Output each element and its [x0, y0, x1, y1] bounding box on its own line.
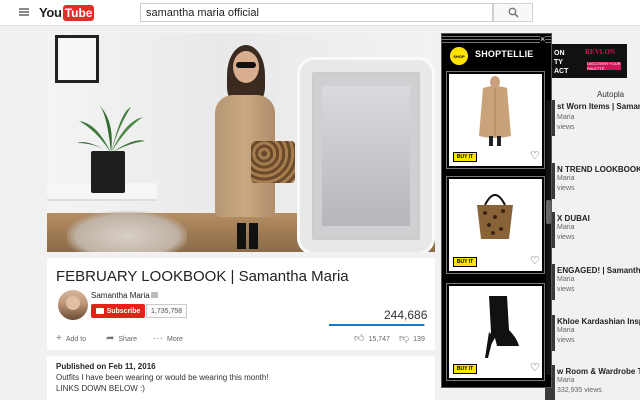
ad-text: ON TY ACT [554, 50, 569, 75]
shop-scrollbar[interactable] [546, 100, 551, 375]
shop-title: SHOPTELLIE [475, 49, 534, 59]
channel-name-link[interactable]: Samantha Maria [91, 291, 150, 300]
product-image-boot [449, 286, 542, 361]
product-image-bag [449, 179, 542, 254]
related-title[interactable]: N TREND LOOKBOOK | S [557, 165, 640, 174]
menu-icon[interactable] [19, 8, 29, 16]
related-channel: Maria [557, 224, 575, 231]
verified-icon [151, 292, 158, 298]
add-to-label: Add to [65, 335, 87, 343]
shop-scrollbar-thumb[interactable] [546, 200, 551, 224]
more-icon: ··· [153, 333, 163, 344]
logo-you-text: You [39, 5, 62, 20]
related-channel: Maria [557, 276, 575, 283]
related-title[interactable]: w Room & Wardrobe Tou [557, 367, 640, 376]
youtube-logo[interactable]: You Tube [39, 4, 95, 21]
video-title: FEBRUARY LOOKBOOK | Samantha Maria [56, 268, 349, 285]
channel-avatar[interactable] [58, 290, 88, 320]
video-frame-sunglasses [236, 62, 256, 68]
ad-brand: REVLON [585, 48, 615, 56]
thumbs-up-icon: 👍︎ [354, 333, 365, 344]
description-card: Published on Feb 11, 2016 Outfits I have… [47, 356, 435, 400]
heart-icon[interactable]: ♡ [530, 256, 540, 267]
related-video-item[interactable]: N TREND LOOKBOOK | S Maria views [545, 163, 640, 199]
related-channel: Maria [557, 175, 575, 182]
related-video-item[interactable]: Khloe Kardashian Inspire Maria views [545, 315, 640, 351]
like-button[interactable]: 👍︎ 15,747 [354, 334, 390, 344]
publish-date: Published on Feb 11, 2016 [56, 362, 156, 371]
related-video-item[interactable]: w Room & Wardrobe Tou Maria 332,935 view… [545, 365, 640, 400]
description-line: Outfits I have been wearing or would be … [56, 373, 269, 382]
related-title[interactable]: Khloe Kardashian Inspire [557, 317, 640, 326]
related-video-item[interactable]: X DUBAI Maria views [545, 212, 640, 248]
add-to-button[interactable]: + Add to [56, 334, 86, 344]
close-icon[interactable]: × [540, 35, 546, 44]
like-ratio-fill [329, 324, 425, 326]
related-title[interactable]: ENGAGED! | Samantha M [557, 266, 640, 275]
video-player[interactable] [47, 33, 435, 252]
related-views: views [557, 286, 575, 293]
video-frame-bag [251, 141, 295, 183]
related-views: views [557, 185, 575, 192]
related-views: views [557, 337, 575, 344]
shop-bag-icon: SHOP [450, 47, 468, 65]
sidebar-ad[interactable]: ON TY ACT REVLON DISCOVER YOUR PALETTE [545, 44, 627, 78]
video-info-card: FEBRUARY LOOKBOOK | Samantha Maria Saman… [47, 258, 435, 350]
buy-it-button[interactable]: BUY IT [453, 257, 477, 267]
product-card-bag[interactable]: BUY IT ♡ [446, 176, 545, 274]
share-label: Share [118, 335, 138, 343]
thumbs-down-icon: 👎︎ [399, 333, 410, 344]
dislike-button[interactable]: 👎︎ 139 [399, 334, 425, 344]
product-card-boot[interactable]: BUY IT ♡ [446, 283, 545, 381]
heart-icon[interactable]: ♡ [530, 363, 540, 374]
related-views: views [557, 234, 575, 241]
related-channel: Maria [557, 327, 575, 334]
heart-icon[interactable]: ♡ [530, 151, 540, 162]
related-title[interactable]: st Worn Items | Samantha [557, 102, 640, 111]
related-channel: Maria [557, 377, 575, 384]
share-button[interactable]: ➦ Share [106, 334, 137, 344]
like-count: 15,747 [368, 335, 390, 343]
product-image-coat [449, 74, 542, 149]
share-icon: ➦ [106, 333, 115, 344]
description-line: LINKS DOWN BELOW :) [56, 384, 145, 393]
buy-it-button[interactable]: BUY IT [453, 152, 477, 162]
product-card-coat[interactable]: BUY IT ♡ [446, 71, 545, 169]
autoplay-label: Autopla [597, 90, 625, 99]
ad-cta-button[interactable]: DISCOVER YOUR PALETTE [587, 61, 621, 71]
search-icon [508, 7, 519, 18]
related-channel: Maria [557, 114, 575, 121]
video-frame-boot-left [237, 223, 246, 249]
related-video-item[interactable]: ENGAGED! | Samantha M Maria views [545, 264, 640, 300]
masthead: You Tube [0, 0, 640, 26]
youtube-mini-icon [95, 308, 104, 314]
like-ratio-bar [329, 324, 425, 326]
shop-header-stripes [442, 34, 551, 44]
video-frame-boot-right [249, 223, 258, 249]
buy-it-button[interactable]: BUY IT [453, 364, 477, 374]
related-title[interactable]: X DUBAI [557, 214, 590, 223]
subscribe-label: Subscribe [106, 307, 141, 315]
video-frame-mirror [300, 60, 432, 252]
logo-tube-text: Tube [62, 4, 95, 21]
plus-icon: + [56, 333, 62, 344]
related-video-item[interactable]: st Worn Items | Samantha Maria views [545, 100, 640, 136]
search-input[interactable] [140, 3, 493, 22]
subscribe-button[interactable]: Subscribe [91, 304, 145, 318]
related-views: views [557, 124, 575, 131]
subscriber-count: 1,735,758 [146, 304, 188, 318]
shoptellie-panel: × SHOP SHOPTELLIE BUY IT ♡ BUY IT ♡ BUY … [441, 33, 552, 388]
search-button[interactable] [493, 3, 533, 22]
more-button[interactable]: ··· More [153, 334, 183, 344]
video-frame-palm [77, 105, 145, 153]
video-frame-picture [55, 35, 99, 83]
related-views: 332,935 views [557, 387, 602, 394]
dislike-count: 139 [413, 335, 425, 343]
more-label: More [167, 335, 183, 343]
view-count: 244,686 [384, 308, 428, 322]
video-frame-rug [67, 211, 187, 252]
